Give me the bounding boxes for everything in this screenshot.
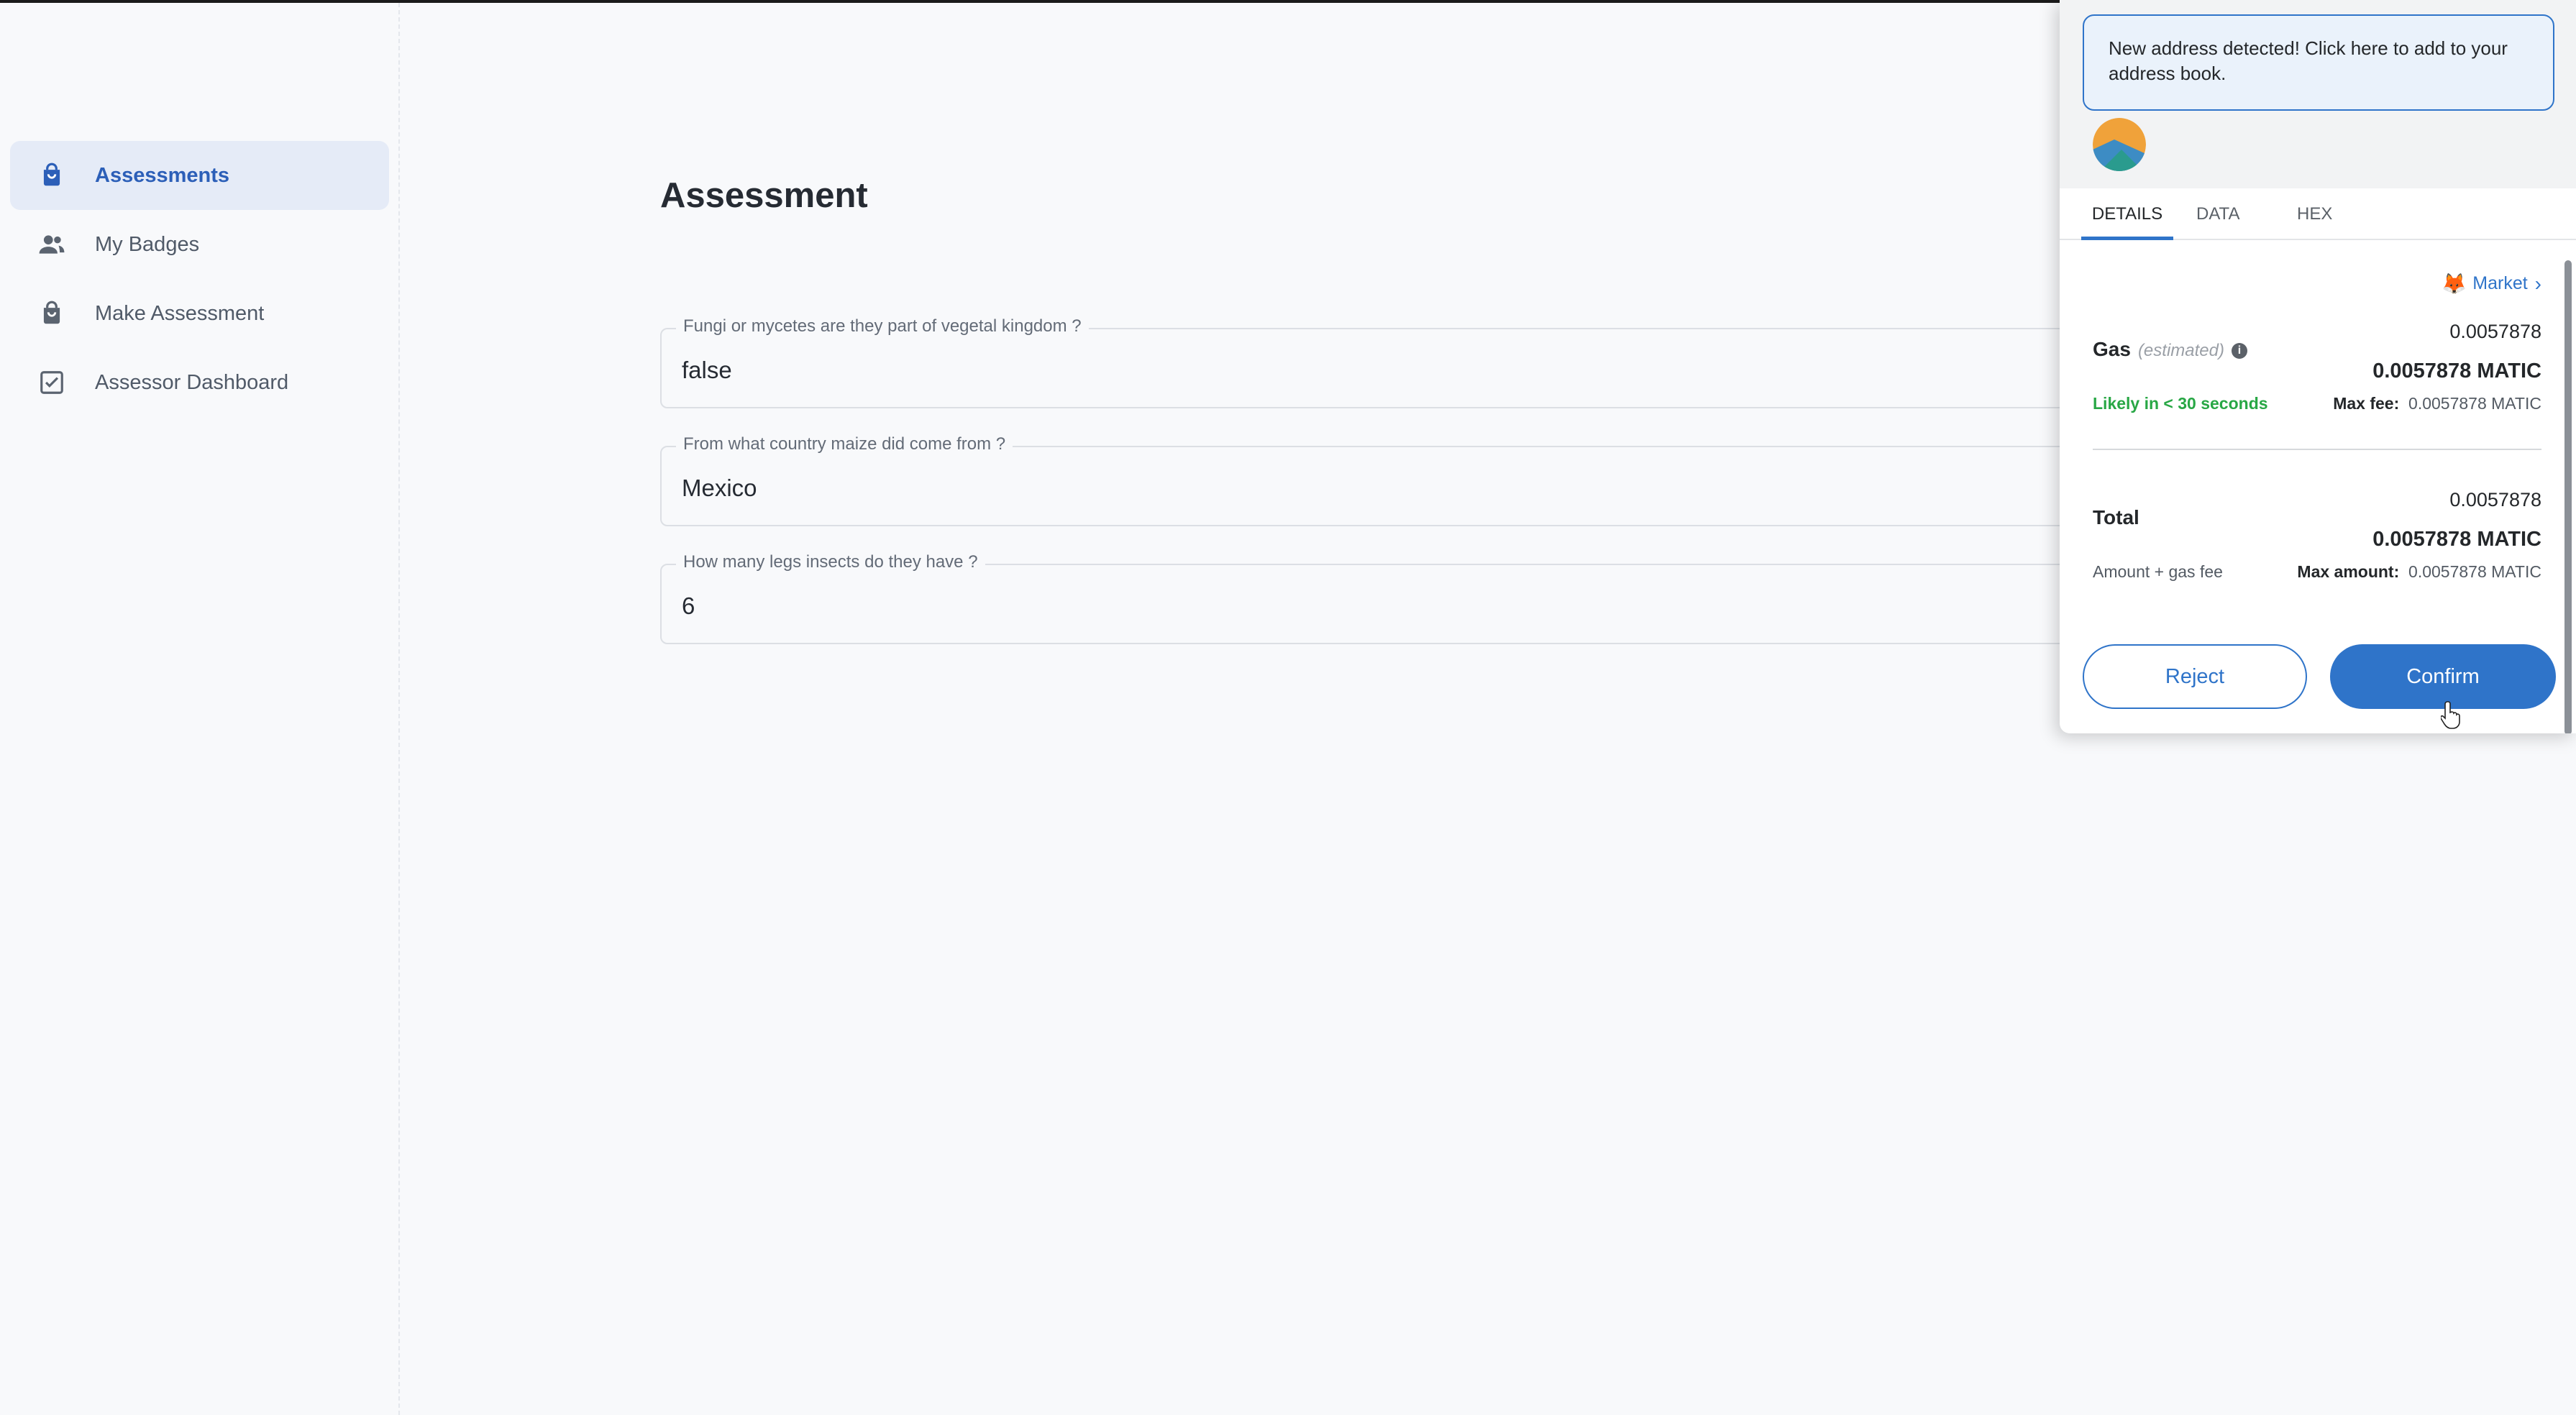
confirm-button[interactable]: Confirm bbox=[2330, 644, 2556, 709]
gas-label: Gas bbox=[2093, 338, 2131, 360]
field-label: From what country maize did come from ? bbox=[676, 434, 1013, 454]
checkbox-icon bbox=[36, 367, 68, 398]
sidebar-item-assessments[interactable]: Assessments bbox=[10, 141, 389, 210]
total-max-amount-row: Max amount: 0.0057878 MATIC bbox=[2297, 562, 2541, 582]
sidebar-item-label: Assessments bbox=[95, 163, 229, 187]
gas-amount-matic: 0.0057878 MATIC bbox=[2372, 360, 2541, 383]
max-amount-label: Max amount: bbox=[2297, 562, 2400, 581]
market-link[interactable]: 🦊 Market › bbox=[2442, 272, 2541, 296]
chevron-right-icon: › bbox=[2534, 272, 2541, 295]
wallet-confirmation-popup: New address detected! Click here to add … bbox=[2060, 0, 2576, 733]
answer-field-insect-legs[interactable]: How many legs insects do they have ? 6 bbox=[660, 552, 2142, 644]
people-icon bbox=[36, 229, 68, 260]
total-amount: 0.0057878 bbox=[2449, 489, 2541, 510]
gas-estimated-label: (estimated) bbox=[2137, 341, 2224, 360]
sidebar-item-assessor-dashboard[interactable]: Assessor Dashboard bbox=[10, 348, 389, 417]
max-fee-label: Max fee: bbox=[2333, 394, 2400, 413]
new-address-notice[interactable]: New address detected! Click here to add … bbox=[2083, 14, 2554, 111]
sidebar-item-my-badges[interactable]: My Badges bbox=[10, 210, 389, 279]
popup-tabs: DETAILS DATA HEX bbox=[2060, 188, 2576, 240]
field-value[interactable]: 6 bbox=[682, 592, 695, 620]
fox-icon: 🦊 bbox=[2442, 273, 2467, 295]
field-label: Fungi or mycetes are they part of vegeta… bbox=[676, 316, 1089, 336]
field-value[interactable]: Mexico bbox=[682, 475, 757, 502]
max-fee-value: 0.0057878 MATIC bbox=[2408, 394, 2541, 413]
gas-max-fee-row: Max fee: 0.0057878 MATIC bbox=[2333, 394, 2541, 413]
field-label: How many legs insects do they have ? bbox=[676, 552, 985, 572]
field-value[interactable]: false bbox=[682, 357, 732, 384]
tab-hex[interactable]: HEX bbox=[2297, 188, 2332, 240]
answer-field-maize[interactable]: From what country maize did come from ? … bbox=[660, 434, 2142, 526]
sidebar-item-make-assessment[interactable]: Make Assessment bbox=[10, 279, 389, 348]
popup-header: New address detected! Click here to add … bbox=[2060, 0, 2576, 188]
divider bbox=[2093, 449, 2541, 450]
info-icon[interactable]: i bbox=[2231, 342, 2247, 359]
reject-button[interactable]: Reject bbox=[2083, 644, 2307, 709]
page-title: Assessment bbox=[660, 176, 868, 215]
answer-field-fungi[interactable]: Fungi or mycetes are they part of vegeta… bbox=[660, 316, 2142, 408]
total-sub-label: Amount + gas fee bbox=[2093, 562, 2223, 581]
total-label: Total bbox=[2093, 506, 2139, 528]
sidebar-nav: Assessments My Badges Make Assessment As… bbox=[10, 141, 389, 417]
bag-icon bbox=[36, 298, 68, 329]
bag-icon bbox=[36, 160, 68, 191]
tab-details[interactable]: DETAILS bbox=[2081, 188, 2173, 240]
sidebar-item-label: My Badges bbox=[95, 232, 200, 256]
site-avatar bbox=[2093, 118, 2146, 171]
gas-amount: 0.0057878 bbox=[2449, 321, 2541, 342]
max-amount-value: 0.0057878 MATIC bbox=[2408, 562, 2541, 581]
sidebar: Assessments My Badges Make Assessment As… bbox=[0, 3, 400, 1415]
tab-data[interactable]: DATA bbox=[2196, 188, 2239, 240]
total-amount-matic: 0.0057878 MATIC bbox=[2372, 528, 2541, 551]
sidebar-item-label: Make Assessment bbox=[95, 301, 265, 325]
gas-label-row: Gas (estimated) i bbox=[2093, 338, 2247, 361]
market-label: Market bbox=[2472, 273, 2528, 293]
sidebar-item-label: Assessor Dashboard bbox=[95, 370, 289, 394]
popup-scrollbar[interactable] bbox=[2564, 260, 2572, 733]
hand-cursor-icon bbox=[2439, 700, 2462, 729]
gas-likely-time: Likely in < 30 seconds bbox=[2093, 394, 2268, 413]
